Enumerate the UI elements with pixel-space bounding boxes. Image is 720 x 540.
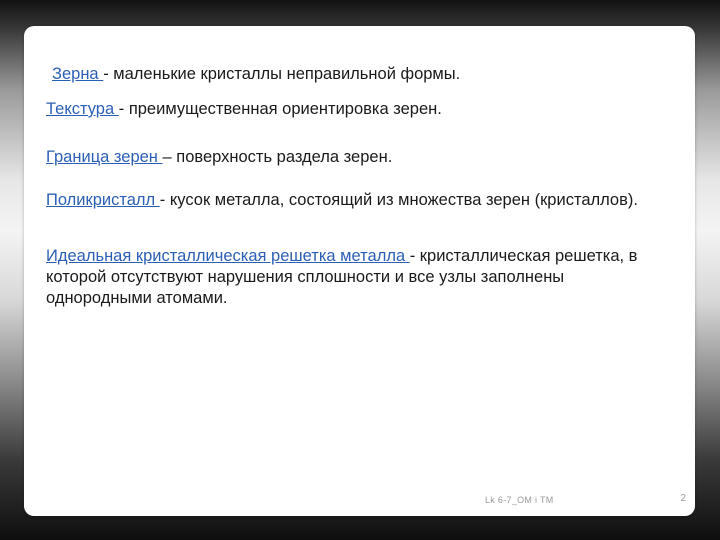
term-grain-boundary: Граница зерен xyxy=(46,148,163,166)
slide: Зерна - маленькие кристаллы неправильной… xyxy=(24,26,695,516)
definition-grains: Зерна - маленькие кристаллы неправильной… xyxy=(52,64,652,85)
term-grains: Зерна xyxy=(52,65,104,83)
definition-text: - маленькие кристаллы неправильной формы… xyxy=(103,65,461,83)
definition-polycrystal: Поликристалл - кусок металла, состоящий … xyxy=(46,190,646,211)
definition-grain-boundary: Граница зерен – поверхность раздела зере… xyxy=(46,147,646,168)
term-ideal-lattice: Идеальная кристаллическая решетка металл… xyxy=(46,247,410,265)
footer-label: Lk 6-7_OM i TM xyxy=(485,495,554,505)
definition-texture: Текстура - преимущественная ориентировка… xyxy=(46,99,646,120)
page-number: 2 xyxy=(680,493,686,504)
term-texture: Текстура xyxy=(46,100,119,118)
definition-text: - кусок металла, состоящий из множества … xyxy=(159,191,638,209)
definition-text: – поверхность раздела зерен. xyxy=(162,148,393,166)
definition-text: - преимущественная ориентировка зерен. xyxy=(118,100,442,118)
definition-ideal-lattice: Идеальная кристаллическая решетка металл… xyxy=(46,246,656,309)
term-polycrystal: Поликристалл xyxy=(46,191,160,209)
